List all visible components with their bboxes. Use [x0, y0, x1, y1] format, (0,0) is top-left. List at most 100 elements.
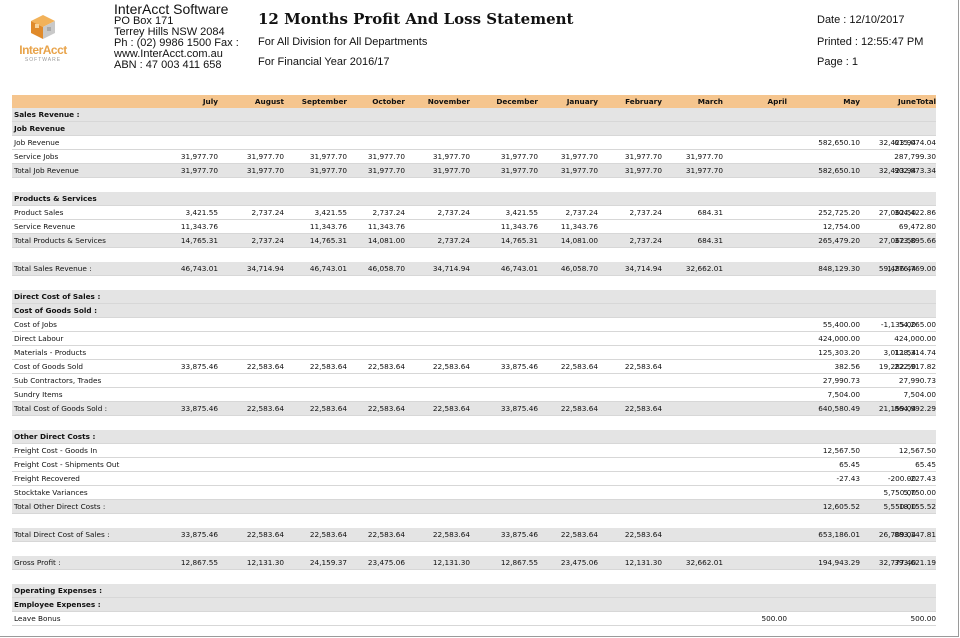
cell-december: 31,977.70	[500, 166, 538, 175]
cell-total: 65.45	[915, 460, 936, 469]
report-subtitle-division: For All Division for All Departments	[258, 36, 428, 48]
cell-november: 2,737.24	[437, 236, 471, 245]
cell-may: 582,650.10	[818, 166, 860, 175]
cell-april: 500.00	[761, 614, 787, 623]
table-row: Freight Recovered -27.43 -200.00 -227.43	[12, 472, 936, 486]
row-label: Sub Contractors, Trades	[14, 376, 102, 385]
row-label: Total Cost of Goods Sold :	[14, 404, 108, 413]
cell-october: 22,583.64	[367, 530, 405, 539]
logo-sub-text: SOFTWARE	[24, 57, 62, 63]
table-row: Sundry Items 7,504.00 7,504.00	[12, 388, 936, 402]
cell-september: 22,583.64	[309, 404, 347, 413]
cell-december: 33,875.46	[500, 530, 538, 539]
cell-november: 22,583.64	[432, 530, 470, 539]
column-header-january: January	[566, 97, 598, 106]
cell-august: 22,583.64	[246, 404, 284, 413]
row-label: Total Sales Revenue :	[14, 264, 92, 273]
spacer-row	[12, 276, 936, 290]
table-row: Sales Revenue :	[12, 108, 936, 122]
row-label: Job Revenue	[14, 138, 60, 147]
row-label: Total Job Revenue	[14, 166, 79, 175]
cell-may: 252,725.20	[818, 208, 860, 217]
company-name: InterAcct Software	[114, 1, 229, 17]
company-abn: ABN : 47 003 411 658	[114, 59, 222, 71]
column-header-total: Total	[916, 97, 936, 106]
cell-may: 125,303.20	[818, 348, 860, 357]
cell-november: 34,714.94	[432, 264, 470, 273]
row-label: Service Jobs	[14, 152, 59, 161]
cell-may: 12,567.50	[822, 446, 860, 455]
cell-august: 12,131.30	[246, 558, 284, 567]
table-body: Sales Revenue : Job Revenue Job Revenue 582…	[12, 108, 936, 626]
cell-december: 11,343.76	[500, 222, 538, 231]
cell-october: 14,081.00	[367, 236, 405, 245]
cell-may: 848,129.30	[818, 264, 860, 273]
cell-august: 31,977.70	[246, 166, 284, 175]
cell-total: 424,000.00	[894, 334, 936, 343]
cell-may: 653,186.01	[818, 530, 860, 539]
cell-august: 22,583.64	[246, 530, 284, 539]
cell-july: 31,977.70	[180, 166, 218, 175]
row-label: Service Revenue	[14, 222, 76, 231]
cell-february: 2,737.24	[629, 208, 663, 217]
cell-may: 424,000.00	[818, 334, 860, 343]
table-row: Freight Cost - Goods In 12,567.50 12,567.5…	[12, 444, 936, 458]
spacer-row	[12, 514, 936, 528]
spacer-row	[12, 178, 936, 192]
table-row: Cost of Jobs 55,400.00 -1,135.00 54,265.00	[12, 318, 936, 332]
table-row: Operating Expenses :	[12, 584, 936, 598]
row-label: Employee Expenses :	[14, 600, 101, 609]
cell-december: 3,421.55	[505, 208, 539, 217]
cell-december: 31,977.70	[500, 152, 538, 161]
table-row: Stocktake Variances 5,750.00 5,750.00	[12, 486, 936, 500]
row-label: Materials - Products	[14, 348, 87, 357]
row-label: Product Sales	[14, 208, 64, 217]
table-row: Cost of Goods Sold :	[12, 304, 936, 318]
table-row: Job Revenue 582,650.10 32,423.94 615,074.04	[12, 136, 936, 150]
cell-november: 31,977.70	[432, 166, 470, 175]
cell-january: 22,583.64	[560, 530, 598, 539]
row-label: Freight Recovered	[14, 474, 80, 483]
cell-may: -27.43	[836, 474, 860, 483]
row-label: Direct Labour	[14, 334, 64, 343]
company-logo: InterAcct SOFTWARE	[14, 12, 72, 64]
cube-logo-icon	[31, 15, 55, 39]
report-title: 12 Months Profit And Loss Statement	[258, 10, 574, 28]
cell-total: 883,147.81	[894, 530, 936, 539]
report-subtitle-year: For Financial Year 2016/17	[258, 56, 390, 68]
table-row: Direct Labour 424,000.00 424,000.00	[12, 332, 936, 346]
cell-december: 33,875.46	[500, 404, 538, 413]
cell-september: 22,583.64	[309, 530, 347, 539]
cell-total: 54,265.00	[898, 320, 936, 329]
table-row: Other Direct Costs :	[12, 430, 936, 444]
row-label: Freight Cost - Shipments Out	[14, 460, 120, 469]
logo-brand-text: InterAcct	[19, 43, 67, 57]
cell-july: 3,421.55	[185, 208, 219, 217]
column-header-december: December	[496, 97, 538, 106]
cell-july: 11,343.76	[180, 222, 218, 231]
cell-may: 265,479.20	[818, 236, 860, 245]
cell-august: 31,977.70	[246, 152, 284, 161]
cell-may: 582,650.10	[818, 138, 860, 147]
cell-september: 3,421.55	[314, 208, 348, 217]
cell-october: 31,977.70	[367, 166, 405, 175]
cell-september: 24,159.37	[309, 558, 347, 567]
company-details: InterAcct Software PO Box 171 Terrey Hil…	[114, 2, 239, 71]
row-label: Leave Bonus	[14, 614, 61, 623]
cell-november: 12,131.30	[432, 558, 470, 567]
cell-may: 7,504.00	[827, 390, 861, 399]
cell-total: 864,992.29	[894, 404, 936, 413]
cell-august: 22,583.64	[246, 362, 284, 371]
cell-march: 32,662.01	[685, 558, 723, 567]
row-label: Operating Expenses :	[14, 586, 102, 595]
table-row: Cost of Goods Sold 33,875.46 22,583.64 22,5…	[12, 360, 936, 374]
column-header-april: April	[767, 97, 787, 106]
cell-december: 12,867.55	[500, 558, 538, 567]
cell-march: 32,662.01	[685, 264, 723, 273]
cell-march: 31,977.70	[685, 166, 723, 175]
cell-total: -227.43	[907, 474, 936, 483]
row-label: Total Products & Services	[14, 236, 106, 245]
cell-may: 55,400.00	[822, 320, 860, 329]
cell-total: 393,621.19	[894, 558, 936, 567]
cell-total: 5,750.00	[903, 488, 937, 497]
